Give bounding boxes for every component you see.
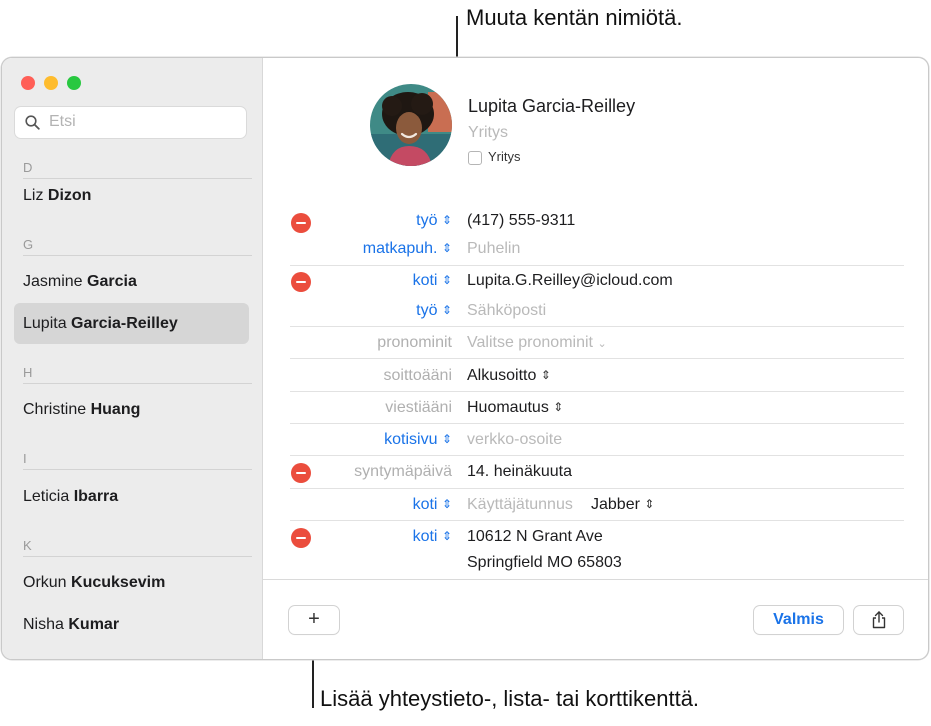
remove-field-button[interactable]: [291, 463, 311, 483]
field-divider: [290, 265, 904, 266]
section-divider: [23, 383, 252, 384]
pronouns-popup[interactable]: Valitse pronominit ⌄: [467, 334, 607, 352]
field-label-popup[interactable]: koti ⇕: [413, 528, 452, 546]
section-divider: [23, 255, 252, 256]
field-label-popup[interactable]: koti ⇕: [413, 272, 452, 290]
minimize-window-button[interactable]: [44, 76, 58, 90]
remove-field-button[interactable]: [291, 528, 311, 548]
contact-avatar[interactable]: [370, 84, 452, 166]
field-divider: [290, 488, 904, 489]
section-divider: [23, 469, 252, 470]
phone-value[interactable]: (417) 555-9311: [467, 212, 575, 230]
done-button[interactable]: Valmis: [754, 606, 843, 634]
ringtone-label: soittoääni: [383, 367, 453, 384]
company-field[interactable]: Yritys: [468, 124, 508, 142]
contact-orkun-kucuksevim[interactable]: Orkun Kucuksevim: [23, 574, 165, 592]
email-value[interactable]: Lupita.G.Reilley@icloud.com: [467, 272, 673, 290]
contact-leticia-ibarra[interactable]: Leticia Ibarra: [23, 488, 118, 506]
section-letter: I: [23, 451, 27, 466]
texttone-popup[interactable]: Huomautus ⇕: [467, 399, 563, 417]
section-letter: D: [23, 160, 33, 175]
field-divider: [290, 455, 904, 456]
contacts-window: D Liz Dizon G Jasmine Garcia Lupita Garc…: [1, 57, 929, 660]
field-divider: [290, 520, 904, 521]
remove-field-button[interactable]: [291, 213, 311, 233]
callout-change-label: Muuta kentän nimiötä.: [466, 5, 683, 30]
avatar-photo: [370, 84, 452, 166]
company-checkbox-label: Yritys: [488, 149, 521, 164]
search-field[interactable]: [15, 107, 246, 138]
search-input[interactable]: [49, 112, 229, 132]
field-label-popup[interactable]: työ ⇕: [416, 212, 452, 230]
texttone-label: viestiääni: [385, 399, 452, 416]
company-checkbox[interactable]: [468, 151, 482, 165]
done-label: Valmis: [773, 611, 824, 628]
field-label-popup[interactable]: matkapuh. ⇕: [363, 240, 452, 258]
pronouns-label: pronominit: [377, 334, 452, 351]
contact-jasmine-garcia[interactable]: Jasmine Garcia: [23, 273, 137, 291]
birthday-value[interactable]: 14. heinäkuuta: [467, 463, 572, 481]
homepage-input[interactable]: verkko-osoite: [467, 431, 562, 449]
field-divider: [290, 423, 904, 424]
phone-input[interactable]: Puhelin: [467, 240, 520, 258]
section-letter: G: [23, 237, 34, 252]
im-service-popup[interactable]: Jabber ⇕: [591, 496, 654, 514]
field-label-popup[interactable]: työ ⇕: [416, 302, 452, 320]
sidebar: D Liz Dizon G Jasmine Garcia Lupita Garc…: [2, 58, 263, 659]
address-line2[interactable]: Springfield MO 65803: [467, 554, 622, 572]
search-icon: [25, 115, 40, 130]
add-field-label: +: [308, 608, 320, 630]
section-divider: [23, 178, 252, 179]
field-divider: [290, 391, 904, 392]
section-divider: [23, 556, 252, 557]
contact-lupita-garcia-reilley[interactable]: Lupita Garcia-Reilley: [23, 315, 178, 333]
birthday-label: syntymäpäivä: [354, 463, 452, 480]
zoom-window-button[interactable]: [67, 76, 81, 90]
address-line1[interactable]: 10612 N Grant Ave: [467, 528, 603, 546]
share-icon: [872, 611, 886, 629]
close-window-button[interactable]: [21, 76, 35, 90]
field-label-popup[interactable]: koti ⇕: [413, 496, 452, 514]
contact-christine-huang[interactable]: Christine Huang: [23, 401, 140, 419]
im-username-input[interactable]: Käyttäjätunnus: [467, 496, 573, 514]
footer-divider: [263, 579, 928, 580]
add-field-button[interactable]: +: [289, 606, 339, 634]
ringtone-popup[interactable]: Alkusoitto ⇕: [467, 367, 551, 385]
section-letter: H: [23, 365, 33, 380]
contact-name[interactable]: Lupita Garcia-Reilley: [468, 96, 635, 117]
field-label-popup[interactable]: kotisivu ⇕: [384, 431, 452, 449]
contact-card: Lupita Garcia-Reilley Yritys Yritys työ …: [263, 58, 928, 659]
field-divider: [290, 358, 904, 359]
field-divider: [290, 326, 904, 327]
share-button[interactable]: [854, 606, 903, 634]
section-letter: K: [23, 538, 32, 553]
callout-add-field: Lisää yhteystieto-, lista- tai korttiken…: [320, 686, 700, 711]
remove-field-button[interactable]: [291, 272, 311, 292]
contact-nisha-kumar[interactable]: Nisha Kumar: [23, 616, 119, 634]
email-input[interactable]: Sähköposti: [467, 302, 546, 320]
contact-liz-dizon[interactable]: Liz Dizon: [23, 187, 91, 205]
